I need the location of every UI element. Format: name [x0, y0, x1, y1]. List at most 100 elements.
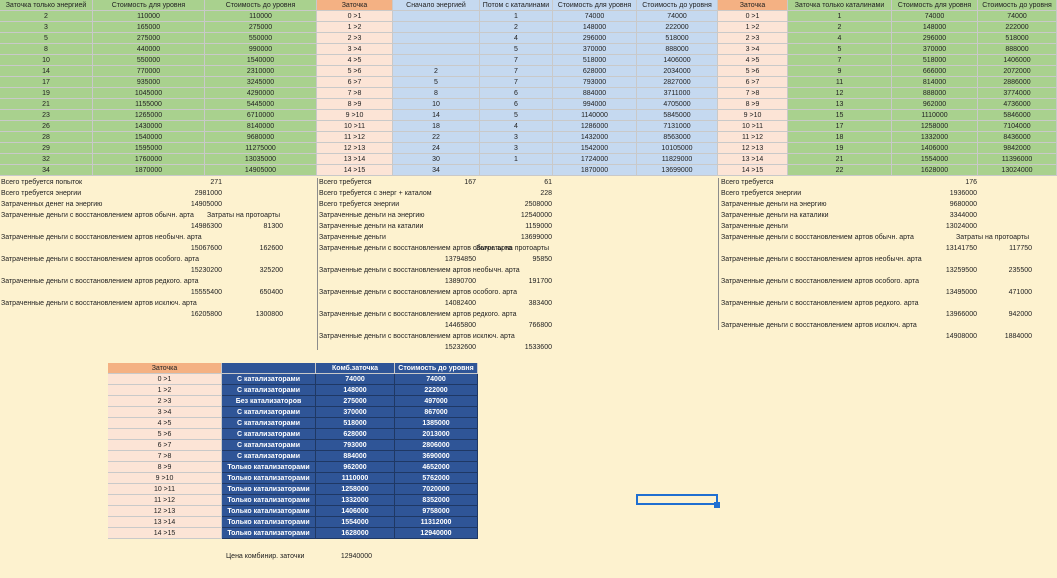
- b1-data-cell[interactable]: 13035000: [205, 154, 317, 165]
- combo-data-cell[interactable]: 11 >12: [108, 495, 222, 506]
- b3-data-cell[interactable]: 13: [788, 99, 892, 110]
- b2-data-cell[interactable]: 1406000: [637, 55, 718, 66]
- b2-data-cell[interactable]: 11829000: [637, 154, 718, 165]
- b2-data-cell[interactable]: 11 >12: [317, 132, 393, 143]
- b1-data-cell[interactable]: 5: [0, 33, 93, 44]
- b3-data-cell[interactable]: 9 >10: [718, 110, 788, 121]
- b3-data-cell[interactable]: 148000: [892, 22, 978, 33]
- b2-data-cell[interactable]: 2034000: [637, 66, 718, 77]
- b1-data-cell[interactable]: 14905000: [205, 165, 317, 176]
- b1-data-cell[interactable]: 23: [0, 110, 93, 121]
- b3-data-cell[interactable]: 2: [788, 22, 892, 33]
- combo-data-cell[interactable]: 1258000: [316, 484, 395, 495]
- b1-data-cell[interactable]: 1595000: [93, 143, 205, 154]
- b2-data-cell[interactable]: 994000: [553, 99, 637, 110]
- b1-data-cell[interactable]: 110000: [93, 11, 205, 22]
- b1-header-cell[interactable]: Заточка только энергией: [0, 0, 93, 11]
- b2-data-cell[interactable]: 3: [480, 132, 553, 143]
- b1-data-cell[interactable]: 1540000: [205, 55, 317, 66]
- b3-data-cell[interactable]: 7 >8: [718, 88, 788, 99]
- combo-header-cell[interactable]: Комб.заточка: [316, 363, 395, 374]
- combo-data-cell[interactable]: 222000: [395, 385, 478, 396]
- combo-data-cell[interactable]: Только катализаторами: [222, 462, 316, 473]
- combo-data-cell[interactable]: 7020000: [395, 484, 478, 495]
- b3-data-cell[interactable]: 4736000: [978, 99, 1057, 110]
- b2-data-cell[interactable]: [480, 165, 553, 176]
- combo-data-cell[interactable]: 148000: [316, 385, 395, 396]
- combo-header-cell[interactable]: Стоимость до уровня: [395, 363, 478, 374]
- combo-data-cell[interactable]: Только катализаторами: [222, 528, 316, 539]
- b2-data-cell[interactable]: 1140000: [553, 110, 637, 121]
- b3-data-cell[interactable]: 74000: [892, 11, 978, 22]
- b1-data-cell[interactable]: 275000: [93, 33, 205, 44]
- b3-data-cell[interactable]: 8 >9: [718, 99, 788, 110]
- combo-data-cell[interactable]: 2 >3: [108, 396, 222, 407]
- b2-data-cell[interactable]: 7131000: [637, 121, 718, 132]
- b1-data-cell[interactable]: 8140000: [205, 121, 317, 132]
- b2-data-cell[interactable]: 1 >2: [317, 22, 393, 33]
- b1-data-cell[interactable]: 1155000: [93, 99, 205, 110]
- b3-data-cell[interactable]: 2886000: [978, 77, 1057, 88]
- b3-data-cell[interactable]: 222000: [978, 22, 1057, 33]
- b3-data-cell[interactable]: 11396000: [978, 154, 1057, 165]
- combo-data-cell[interactable]: С катализаторами: [222, 451, 316, 462]
- b3-data-cell[interactable]: 1332000: [892, 132, 978, 143]
- b2-header-cell[interactable]: Сначало энергией: [393, 0, 480, 11]
- combo-data-cell[interactable]: 518000: [316, 418, 395, 429]
- b2-data-cell[interactable]: 5 >6: [317, 66, 393, 77]
- b1-data-cell[interactable]: 4290000: [205, 88, 317, 99]
- b2-data-cell[interactable]: 4: [480, 33, 553, 44]
- b3-data-cell[interactable]: 8436000: [978, 132, 1057, 143]
- b3-data-cell[interactable]: 3774000: [978, 88, 1057, 99]
- combo-data-cell[interactable]: 5762000: [395, 473, 478, 484]
- combo-data-cell[interactable]: 2013000: [395, 429, 478, 440]
- b1-data-cell[interactable]: 550000: [205, 33, 317, 44]
- b2-data-cell[interactable]: 518000: [637, 33, 718, 44]
- combo-data-cell[interactable]: 6 >7: [108, 440, 222, 451]
- b3-data-cell[interactable]: 2 >3: [718, 33, 788, 44]
- b1-data-cell[interactable]: 1540000: [93, 132, 205, 143]
- b2-data-cell[interactable]: 34: [393, 165, 480, 176]
- b2-data-cell[interactable]: 2 >3: [317, 33, 393, 44]
- combo-data-cell[interactable]: 1332000: [316, 495, 395, 506]
- b2-data-cell[interactable]: 7: [480, 66, 553, 77]
- b2-data-cell[interactable]: 24: [393, 143, 480, 154]
- b1-data-cell[interactable]: 9680000: [205, 132, 317, 143]
- b1-data-cell[interactable]: 2: [0, 11, 93, 22]
- combo-data-cell[interactable]: 275000: [316, 396, 395, 407]
- b2-data-cell[interactable]: 8 >9: [317, 99, 393, 110]
- b2-header-cell[interactable]: Заточка: [317, 0, 393, 11]
- combo-data-cell[interactable]: Только катализаторами: [222, 473, 316, 484]
- combo-data-cell[interactable]: Только катализаторами: [222, 517, 316, 528]
- combo-data-cell[interactable]: С катализаторами: [222, 418, 316, 429]
- combo-header-cell[interactable]: Заточка: [108, 363, 222, 374]
- b3-data-cell[interactable]: 74000: [978, 11, 1057, 22]
- b2-data-cell[interactable]: 7: [480, 55, 553, 66]
- b1-data-cell[interactable]: 17: [0, 77, 93, 88]
- combo-data-cell[interactable]: 9 >10: [108, 473, 222, 484]
- b3-data-cell[interactable]: 888000: [892, 88, 978, 99]
- b3-data-cell[interactable]: 10 >11: [718, 121, 788, 132]
- b2-data-cell[interactable]: 14: [393, 110, 480, 121]
- b2-data-cell[interactable]: 22: [393, 132, 480, 143]
- combo-data-cell[interactable]: 7 >8: [108, 451, 222, 462]
- b2-data-cell[interactable]: 296000: [553, 33, 637, 44]
- b3-data-cell[interactable]: 13 >14: [718, 154, 788, 165]
- b2-header-cell[interactable]: Потом с каталинами: [480, 0, 553, 11]
- b2-data-cell[interactable]: [393, 22, 480, 33]
- combo-data-cell[interactable]: 11312000: [395, 517, 478, 528]
- b3-data-cell[interactable]: 13024000: [978, 165, 1057, 176]
- b3-data-cell[interactable]: 5 >6: [718, 66, 788, 77]
- b2-data-cell[interactable]: 5: [480, 44, 553, 55]
- b3-data-cell[interactable]: 12 >13: [718, 143, 788, 154]
- b2-data-cell[interactable]: 13699000: [637, 165, 718, 176]
- b2-data-cell[interactable]: 2827000: [637, 77, 718, 88]
- b1-data-cell[interactable]: 1760000: [93, 154, 205, 165]
- combo-data-cell[interactable]: 1406000: [316, 506, 395, 517]
- b2-data-cell[interactable]: 30: [393, 154, 480, 165]
- combo-data-cell[interactable]: 0 >1: [108, 374, 222, 385]
- b3-data-cell[interactable]: 666000: [892, 66, 978, 77]
- b2-data-cell[interactable]: 884000: [553, 88, 637, 99]
- combo-data-cell[interactable]: 1 >2: [108, 385, 222, 396]
- combo-data-cell[interactable]: 8352000: [395, 495, 478, 506]
